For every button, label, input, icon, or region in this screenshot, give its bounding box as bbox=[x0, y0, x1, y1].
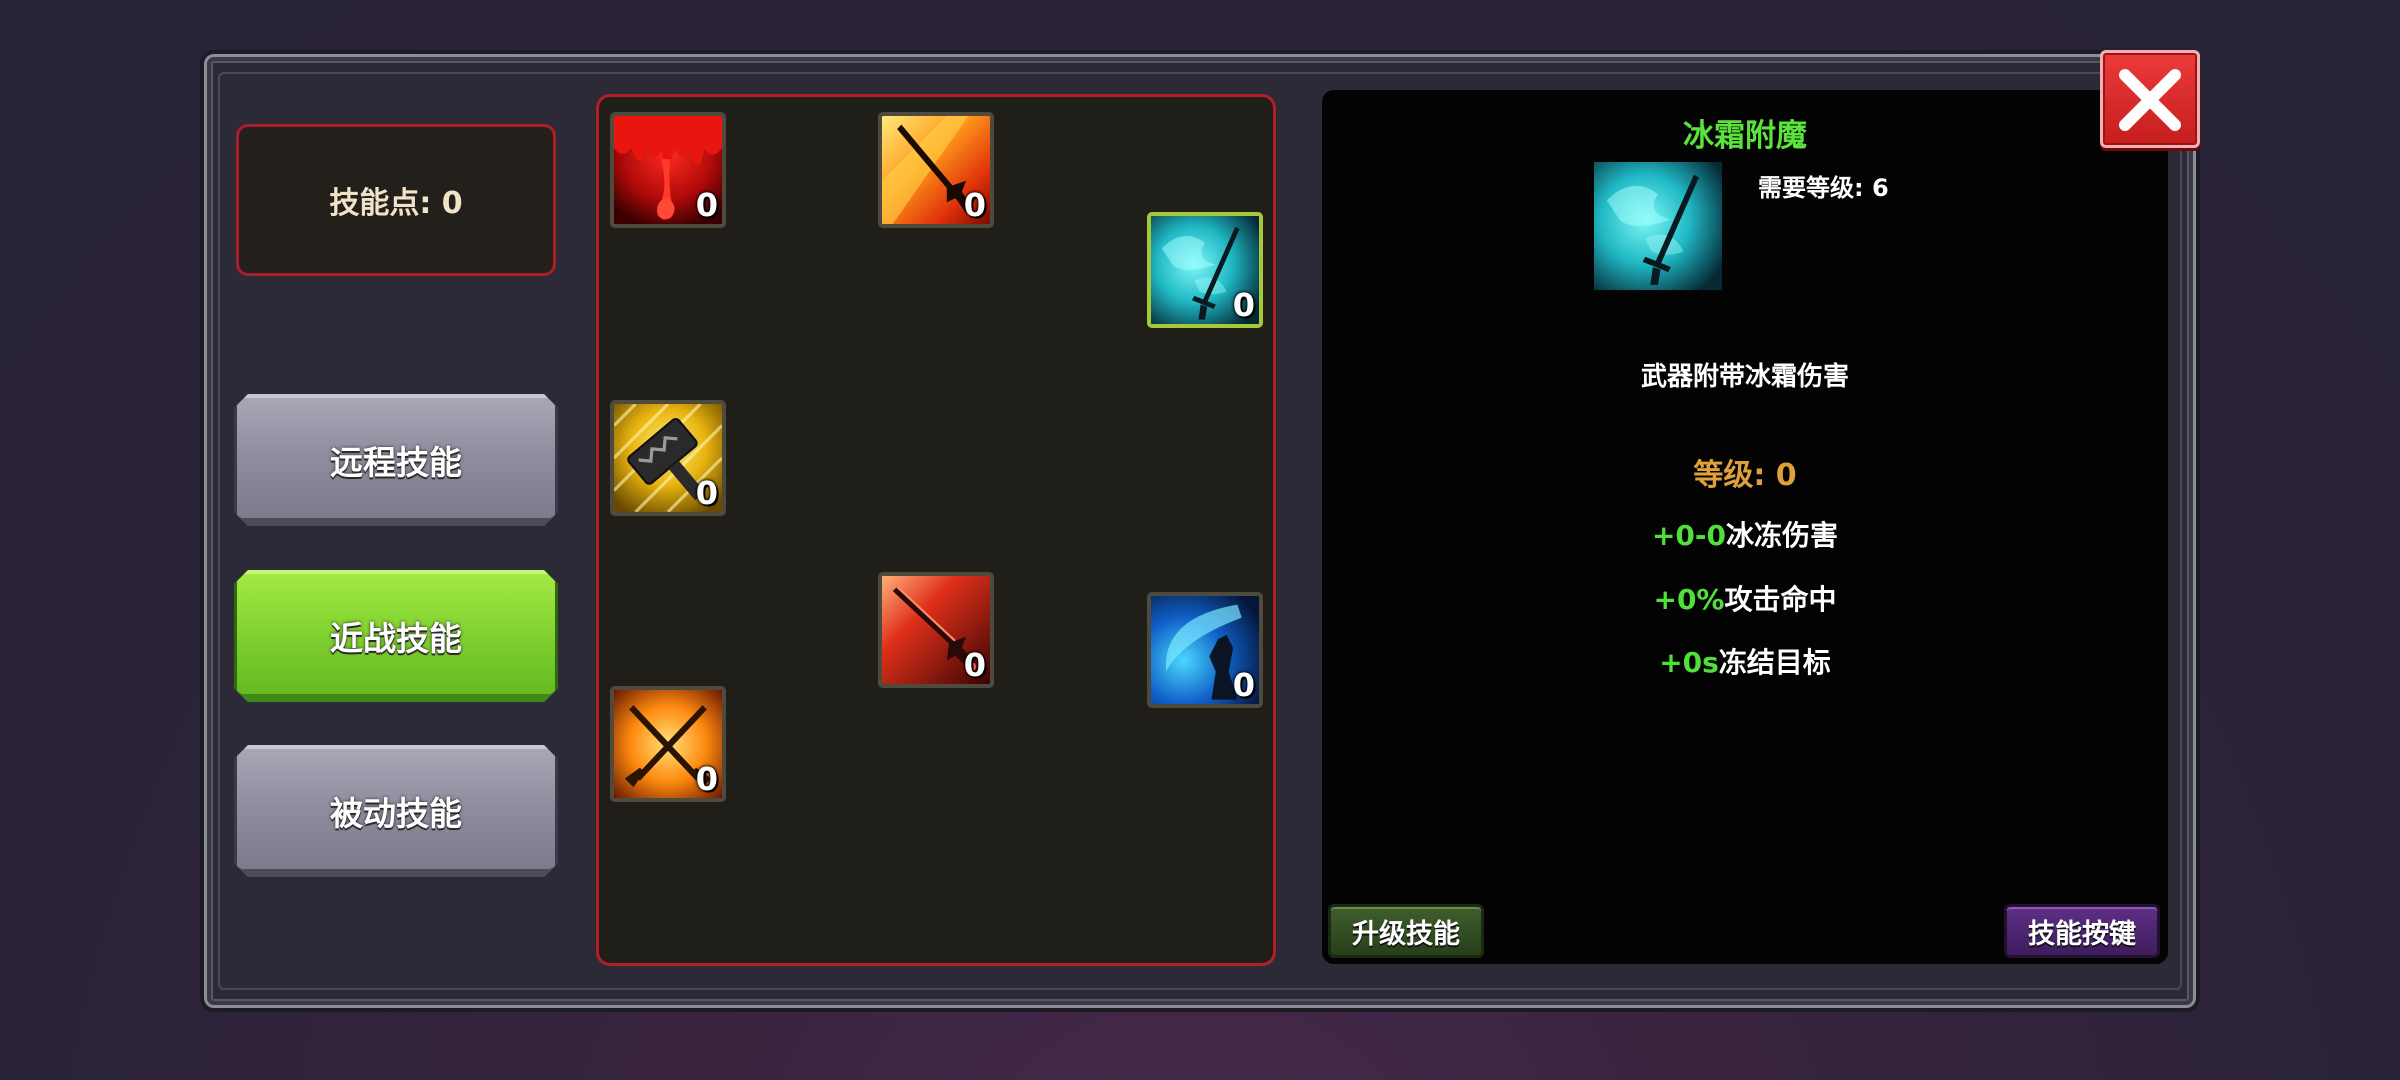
stat-value: +0s bbox=[1659, 646, 1719, 679]
stat-value: +0-0 bbox=[1651, 519, 1727, 552]
skill-level: 0 bbox=[963, 646, 986, 684]
stat-freeze-target: +0s冻结目标 bbox=[1322, 641, 2168, 681]
tab-ranged-skills-label: 远程技能 bbox=[330, 443, 462, 482]
stat-label: 冻结目标 bbox=[1718, 646, 1831, 679]
skill-slot-blood[interactable]: 0 bbox=[610, 112, 726, 228]
skill-slot-crossed-swords[interactable]: 0 bbox=[610, 686, 726, 802]
skill-title: 冰霜附魔 bbox=[1683, 118, 1807, 154]
upgrade-skill-button[interactable]: 升级技能 bbox=[1328, 904, 1484, 958]
skill-level: 0 bbox=[963, 186, 986, 224]
skill-level: 0 bbox=[695, 474, 718, 512]
stat-value: +0% bbox=[1653, 583, 1725, 616]
tab-melee-skills[interactable]: 近战技能 bbox=[234, 570, 558, 702]
skill-detail-icon bbox=[1594, 162, 1722, 290]
skill-keybind-button[interactable]: 技能按键 bbox=[2004, 904, 2160, 958]
skill-level-text: 等级: 0 bbox=[1693, 458, 1797, 493]
tab-ranged-skills[interactable]: 远程技能 bbox=[234, 394, 558, 526]
stat-label: 冰冻伤害 bbox=[1726, 519, 1839, 552]
skill-description: 武器附带冰霜伤害 bbox=[1640, 362, 1849, 392]
skill-level: 0 bbox=[695, 186, 718, 224]
skill-level: 0 bbox=[1232, 286, 1255, 324]
skill-slot-flaming-sword[interactable]: 0 bbox=[878, 112, 994, 228]
stat-freeze-damage: +0-0冰冻伤害 bbox=[1322, 514, 2168, 554]
required-level: 需要等级: 6 bbox=[1758, 174, 1889, 202]
upgrade-skill-label: 升级技能 bbox=[1352, 918, 1460, 950]
skill-detail-panel: 冰霜附魔 需要等级: 6 武器附带冰霜伤害 等级: 0 +0-0冰冻伤害 +0%… bbox=[1322, 90, 2168, 964]
skill-points-display: 技能点: 0 bbox=[236, 124, 556, 276]
skill-points-label: 技能点: 0 bbox=[329, 186, 463, 221]
frost-sword-icon bbox=[1594, 162, 1722, 290]
skill-slot-blue-slash[interactable]: 0 bbox=[1147, 592, 1263, 708]
stat-label: 攻击命中 bbox=[1724, 583, 1837, 616]
tab-melee-skills-label: 近战技能 bbox=[330, 619, 462, 658]
close-button[interactable] bbox=[2100, 50, 2200, 148]
stat-hit-rate: +0%攻击命中 bbox=[1322, 578, 2168, 618]
tab-passive-skills[interactable]: 被动技能 bbox=[234, 745, 558, 877]
skill-slot-frost-sword[interactable]: 0 bbox=[1147, 212, 1263, 328]
skill-slot-red-blade[interactable]: 0 bbox=[878, 572, 994, 688]
skill-level: 0 bbox=[695, 760, 718, 798]
skill-keybind-label: 技能按键 bbox=[2028, 918, 2136, 950]
skill-level: 0 bbox=[1232, 666, 1255, 704]
tab-passive-skills-label: 被动技能 bbox=[330, 794, 462, 833]
close-icon bbox=[2119, 69, 2181, 131]
skill-slot-golden-hammer[interactable]: 0 bbox=[610, 400, 726, 516]
